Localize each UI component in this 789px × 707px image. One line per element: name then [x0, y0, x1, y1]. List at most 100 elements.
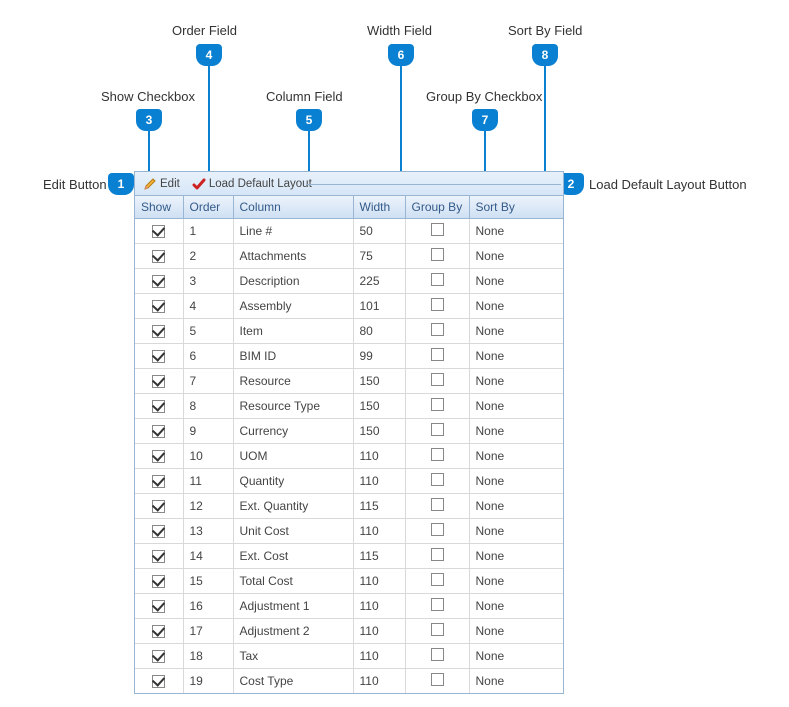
cell-column[interactable]: Tax [233, 644, 353, 669]
header-group-by[interactable]: Group By [405, 196, 469, 219]
cell-column[interactable]: Unit Cost [233, 519, 353, 544]
group-by-checkbox[interactable] [431, 548, 444, 561]
cell-sort-by[interactable]: None [469, 469, 563, 494]
header-sort-by[interactable]: Sort By [469, 196, 563, 219]
cell-width[interactable]: 80 [353, 319, 405, 344]
cell-column[interactable]: Description [233, 269, 353, 294]
show-checkbox[interactable] [152, 675, 165, 688]
cell-sort-by[interactable]: None [469, 644, 563, 669]
cell-width[interactable]: 150 [353, 419, 405, 444]
cell-order[interactable]: 12 [183, 494, 233, 519]
group-by-checkbox[interactable] [431, 498, 444, 511]
cell-sort-by[interactable]: None [469, 569, 563, 594]
edit-button[interactable]: Edit [139, 176, 184, 192]
table-row[interactable]: 18Tax110None [135, 644, 563, 669]
cell-column[interactable]: BIM ID [233, 344, 353, 369]
group-by-checkbox[interactable] [431, 573, 444, 586]
group-by-checkbox[interactable] [431, 223, 444, 236]
cell-order[interactable]: 5 [183, 319, 233, 344]
cell-order[interactable]: 9 [183, 419, 233, 444]
cell-column[interactable]: Adjustment 1 [233, 594, 353, 619]
cell-width[interactable]: 110 [353, 569, 405, 594]
table-row[interactable]: 7Resource150None [135, 369, 563, 394]
cell-width[interactable]: 150 [353, 369, 405, 394]
cell-width[interactable]: 110 [353, 519, 405, 544]
cell-width[interactable]: 101 [353, 294, 405, 319]
cell-column[interactable]: Attachments [233, 244, 353, 269]
cell-column[interactable]: Resource [233, 369, 353, 394]
show-checkbox[interactable] [152, 625, 165, 638]
cell-order[interactable]: 4 [183, 294, 233, 319]
cell-width[interactable]: 50 [353, 219, 405, 244]
cell-order[interactable]: 6 [183, 344, 233, 369]
cell-order[interactable]: 8 [183, 394, 233, 419]
cell-sort-by[interactable]: None [469, 544, 563, 569]
group-by-checkbox[interactable] [431, 273, 444, 286]
table-row[interactable]: 5Item80None [135, 319, 563, 344]
cell-width[interactable]: 110 [353, 444, 405, 469]
cell-sort-by[interactable]: None [469, 219, 563, 244]
cell-order[interactable]: 15 [183, 569, 233, 594]
cell-sort-by[interactable]: None [469, 519, 563, 544]
cell-column[interactable]: Ext. Quantity [233, 494, 353, 519]
show-checkbox[interactable] [152, 350, 165, 363]
group-by-checkbox[interactable] [431, 248, 444, 261]
show-checkbox[interactable] [152, 500, 165, 513]
table-row[interactable]: 11Quantity110None [135, 469, 563, 494]
show-checkbox[interactable] [152, 400, 165, 413]
cell-order[interactable]: 2 [183, 244, 233, 269]
show-checkbox[interactable] [152, 375, 165, 388]
cell-order[interactable]: 13 [183, 519, 233, 544]
cell-width[interactable]: 115 [353, 494, 405, 519]
cell-width[interactable]: 225 [353, 269, 405, 294]
show-checkbox[interactable] [152, 525, 165, 538]
header-column[interactable]: Column [233, 196, 353, 219]
show-checkbox[interactable] [152, 225, 165, 238]
table-row[interactable]: 9Currency150None [135, 419, 563, 444]
cell-order[interactable]: 16 [183, 594, 233, 619]
cell-order[interactable]: 19 [183, 669, 233, 694]
cell-sort-by[interactable]: None [469, 669, 563, 694]
table-row[interactable]: 19Cost Type110None [135, 669, 563, 694]
table-row[interactable]: 3Description225 None [135, 269, 563, 294]
cell-width[interactable]: 110 [353, 619, 405, 644]
cell-column[interactable]: Adjustment 2 [233, 619, 353, 644]
cell-sort-by[interactable]: None [469, 344, 563, 369]
cell-sort-by[interactable]: None [469, 294, 563, 319]
cell-column[interactable]: Total Cost [233, 569, 353, 594]
table-row[interactable]: 14Ext. Cost115None [135, 544, 563, 569]
cell-sort-by[interactable]: None [469, 594, 563, 619]
group-by-checkbox[interactable] [431, 673, 444, 686]
cell-width[interactable]: 75 [353, 244, 405, 269]
show-checkbox[interactable] [152, 250, 165, 263]
group-by-checkbox[interactable] [431, 298, 444, 311]
cell-sort-by[interactable]: None [469, 444, 563, 469]
group-by-checkbox[interactable] [431, 448, 444, 461]
cell-sort-by[interactable]: None [469, 244, 563, 269]
cell-width[interactable]: 110 [353, 669, 405, 694]
cell-order[interactable]: 1 [183, 219, 233, 244]
cell-sort-by[interactable]: None [469, 269, 563, 294]
cell-order[interactable]: 18 [183, 644, 233, 669]
group-by-checkbox[interactable] [431, 623, 444, 636]
cell-order[interactable]: 3 [183, 269, 233, 294]
cell-column[interactable]: Resource Type [233, 394, 353, 419]
load-default-layout-button[interactable]: Load Default Layout [188, 176, 316, 192]
cell-column[interactable]: UOM [233, 444, 353, 469]
table-row[interactable]: 1Line #50 None [135, 219, 563, 244]
group-by-checkbox[interactable] [431, 398, 444, 411]
cell-width[interactable]: 115 [353, 544, 405, 569]
table-row[interactable]: 6BIM ID99 None [135, 344, 563, 369]
show-checkbox[interactable] [152, 425, 165, 438]
group-by-checkbox[interactable] [431, 473, 444, 486]
table-row[interactable]: 15Total Cost110 None [135, 569, 563, 594]
group-by-checkbox[interactable] [431, 423, 444, 436]
group-by-checkbox[interactable] [431, 598, 444, 611]
group-by-checkbox[interactable] [431, 323, 444, 336]
cell-sort-by[interactable]: None [469, 419, 563, 444]
cell-width[interactable]: 99 [353, 344, 405, 369]
show-checkbox[interactable] [152, 600, 165, 613]
cell-column[interactable]: Line # [233, 219, 353, 244]
group-by-checkbox[interactable] [431, 348, 444, 361]
cell-column[interactable]: Quantity [233, 469, 353, 494]
